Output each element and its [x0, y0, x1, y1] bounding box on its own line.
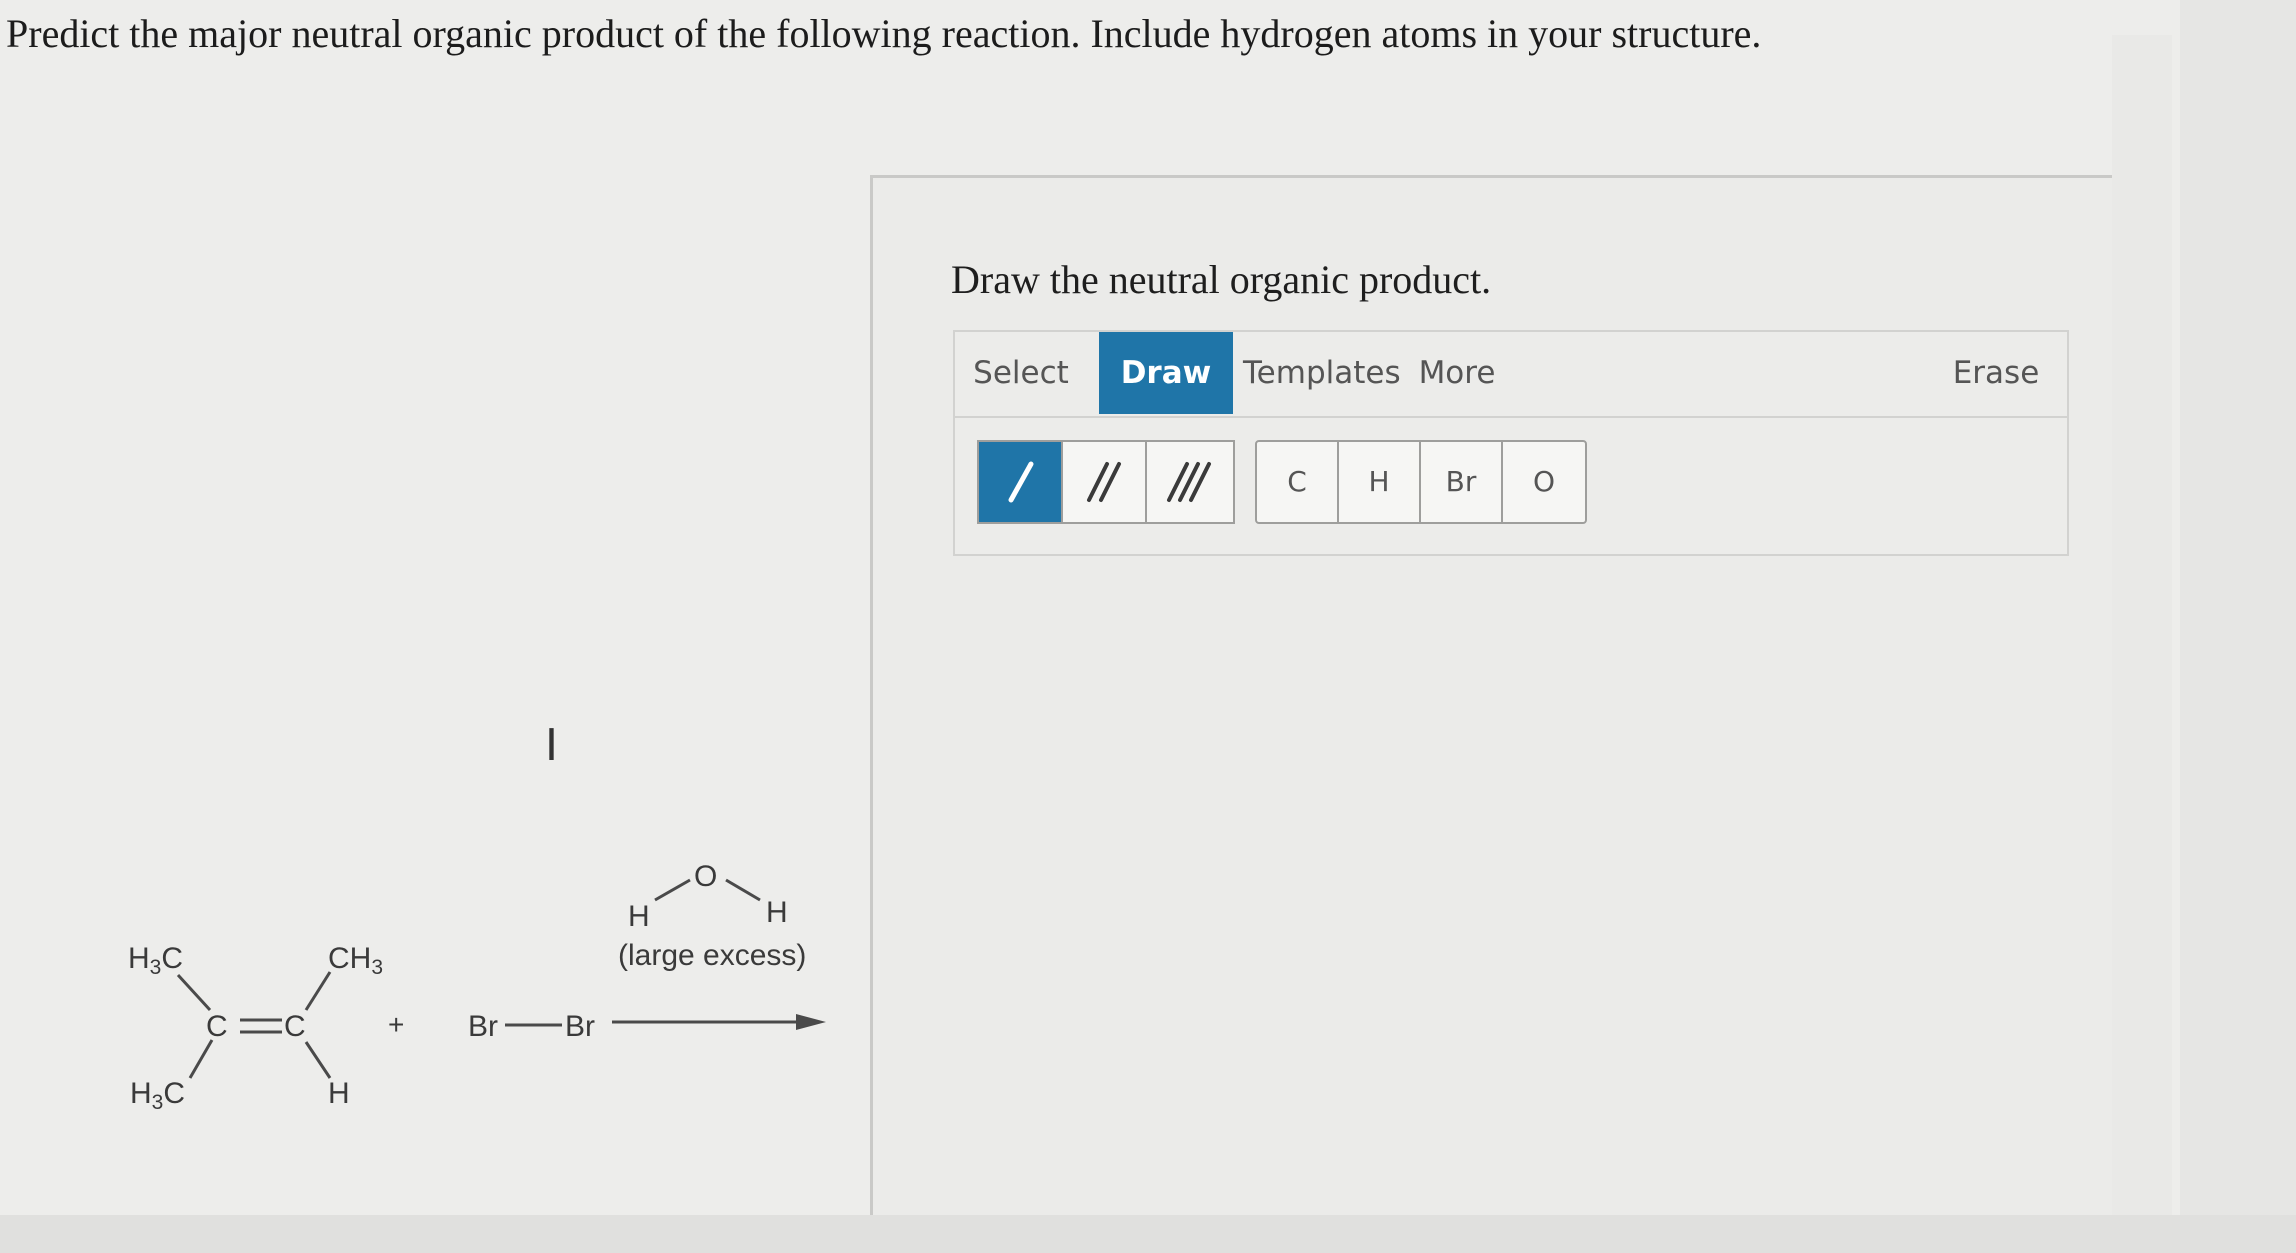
bottom-edge [0, 1215, 2296, 1253]
right-edge [2112, 35, 2172, 1215]
label-h-right: H [766, 896, 788, 929]
label-h: H [328, 1077, 350, 1110]
bond-c-h [304, 1041, 332, 1079]
atom-tool-group: C H Br O [1255, 440, 1587, 524]
tab-more[interactable]: More [1417, 332, 1497, 414]
bond-o-h-right [725, 878, 761, 902]
bond-h3c-bottom-c [188, 1039, 214, 1079]
toolbar-tabs: Select Draw Templates More Erase [955, 332, 2067, 418]
erase-button[interactable]: Erase [1951, 332, 2041, 414]
single-bond-button[interactable] [979, 442, 1063, 522]
label-h-left: H [628, 900, 650, 933]
bond-c-ch3 [304, 971, 332, 1011]
triple-bond-button[interactable] [1147, 442, 1231, 522]
label-c-left: C [206, 1010, 228, 1043]
label-h3c-bottom: H3C [130, 1077, 185, 1114]
bond-h3c-top-c [176, 973, 212, 1012]
label-h3c-top: H3C [128, 942, 183, 979]
reaction-scheme: H3C H3C CH3 C C H + Br Br O H H (large e… [0, 0, 880, 1253]
tab-select[interactable]: Select [971, 332, 1071, 414]
reaction-svg: H3C H3C CH3 C C H + Br Br O H H (large e… [128, 860, 826, 1114]
atom-c-button[interactable]: C [1257, 442, 1339, 522]
label-br-right: Br [565, 1010, 595, 1043]
label-c-right: C [284, 1010, 306, 1043]
label-o: O [694, 860, 717, 893]
tab-draw[interactable]: Draw [1099, 332, 1233, 414]
label-ch3: CH3 [328, 942, 383, 979]
page: Predict the major neutral organic produc… [0, 0, 2180, 1218]
bond-h-o-left [654, 878, 691, 902]
text-cursor-icon: I [545, 720, 558, 771]
atom-h-button[interactable]: H [1339, 442, 1421, 522]
drawing-panel[interactable]: Draw the neutral organic product. Select… [870, 175, 2151, 1218]
drawing-toolbar: Select Draw Templates More Erase C H Br … [953, 330, 2069, 556]
tab-templates[interactable]: Templates [1243, 332, 1401, 414]
label-br-left: Br [468, 1010, 498, 1043]
reagent-note: (large excess) [618, 939, 806, 972]
atom-br-button[interactable]: Br [1421, 442, 1503, 522]
double-bond-button[interactable] [1063, 442, 1147, 522]
double-bond-icon [1087, 462, 1121, 502]
reaction-arrow-head [796, 1014, 826, 1030]
bond-tool-group [977, 440, 1235, 524]
panel-title: Draw the neutral organic product. [951, 257, 1492, 302]
plus-sign: + [388, 1009, 404, 1040]
triple-bond-icon [1167, 462, 1211, 502]
atom-o-button[interactable]: O [1503, 442, 1585, 522]
single-bond-icon [1008, 461, 1034, 503]
